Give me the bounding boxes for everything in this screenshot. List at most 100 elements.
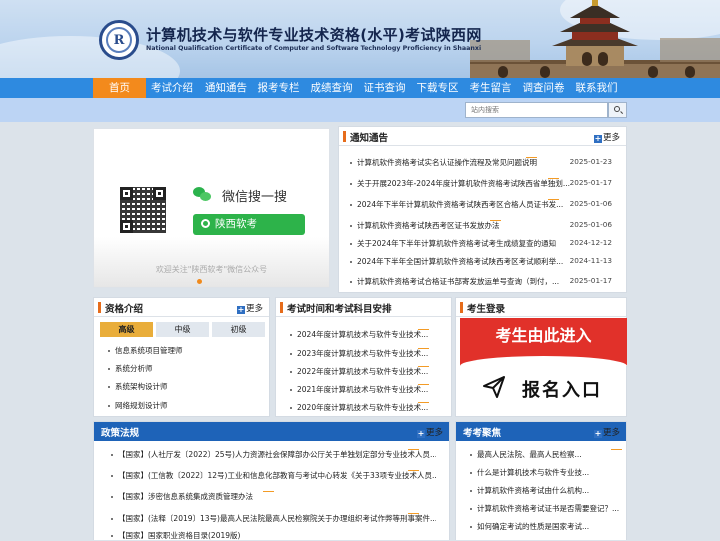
notice-title[interactable]: 2024年下半年全国计算机软件资格考试陕西考区考试顺利举...	[357, 256, 563, 267]
search-icon	[614, 106, 620, 112]
bullet	[290, 389, 292, 391]
registration-entry-button[interactable]: 报名入口	[460, 369, 627, 411]
schedule-item[interactable]: 2023年度计算机技术与软件专业技术...	[297, 348, 428, 359]
list-item[interactable]: 【国家】涉密信息系统集成资质管理办法 NEW	[111, 491, 436, 503]
list-item[interactable]: 2022年度计算机技术与软件专业技术...NEW	[290, 366, 448, 378]
wechat-icon	[193, 187, 211, 202]
nav-contact[interactable]: 联系我们	[570, 78, 623, 98]
notice-item[interactable]: 关于开展2023年-2024年度计算机软件资格考试陕西省单独划...NEW 202…	[350, 178, 612, 190]
carousel-indicator[interactable]	[197, 279, 202, 284]
qualification-name[interactable]: 系统分析师	[115, 363, 153, 374]
list-item[interactable]: 网络规划设计师	[108, 400, 258, 412]
tab-junior[interactable]: 初级	[212, 322, 265, 337]
carousel-next-icon[interactable]	[305, 203, 317, 215]
new-badge-icon: NEW	[408, 513, 419, 514]
notice-title[interactable]: 计算机软件资格考试合格证书部寄发放运单号查询（到付，...	[357, 276, 559, 287]
notice-item[interactable]: 2024年下半年全国计算机软件资格考试陕西考区考试顺利举... 2024-11-1…	[350, 256, 612, 268]
more-label: 更多	[602, 133, 620, 143]
focus-more-link[interactable]: + 更多	[593, 426, 620, 438]
list-item[interactable]: 最高人民法院、最高人民检察... NEW	[470, 449, 622, 461]
list-item[interactable]: 【国家】(人社厅发〔2022〕25号)人力资源社会保障部办公厅关于单独划定部分专…	[111, 449, 436, 461]
list-item[interactable]: 2021年度计算机技术与软件专业技术...NEW	[290, 384, 448, 396]
bullet	[470, 454, 472, 456]
nav-exam-intro[interactable]: 考试介绍	[146, 78, 198, 98]
tab-senior[interactable]: 高级	[100, 322, 153, 337]
new-badge-icon: NEW	[263, 491, 274, 492]
notice-title[interactable]: 关于2024年下半年计算机软件资格考试考生成绩复查的通知	[357, 238, 556, 249]
policy-item[interactable]: 【国家】(法释〔2019〕13号)最高人民法院最高人民检察院关于办理组织考试作弊…	[118, 513, 436, 524]
schedule-panel: 考试时间和考试科目安排 2024年度计算机技术与软件专业技术...NEW 202…	[275, 297, 452, 417]
nav-messages[interactable]: 考生留言	[464, 78, 517, 98]
focus-item[interactable]: 计算机软件资格考试由什么机构...	[477, 485, 589, 496]
list-item[interactable]: 2024年度计算机技术与软件专业技术...NEW	[290, 329, 448, 341]
focus-item[interactable]: 计算机软件资格考试证书是否需要登记？...	[477, 503, 619, 514]
candidate-entry-button[interactable]: 考生由此进入	[460, 318, 627, 366]
wechat-account-name: 陕西软考	[215, 218, 257, 230]
schedule-item[interactable]: 2022年度计算机技术与软件专业技术...	[297, 366, 428, 377]
list-item[interactable]: 计算机软件资格考试证书是否需要登记？...	[470, 503, 622, 515]
qualification-name[interactable]: 信息系统项目管理师	[115, 345, 183, 356]
bullet	[108, 350, 110, 352]
list-item[interactable]: 【国家】国家职业资格目录(2019版)	[111, 530, 436, 541]
bullet	[470, 526, 472, 528]
site-subtitle: National Qualification Certificate of Co…	[146, 45, 482, 52]
search-input[interactable]	[465, 102, 608, 118]
wechat-search-button[interactable]: 陕西软考	[193, 214, 305, 235]
list-item[interactable]: 信息系统项目管理师	[108, 345, 258, 357]
more-label: 更多	[602, 428, 620, 438]
policy-item[interactable]: 【国家】(工信教〔2022〕12号)工业和信息化部教育与考试中心转发《关于33项…	[118, 470, 436, 481]
policy-item[interactable]: 【国家】国家职业资格目录(2019版)	[118, 530, 240, 541]
new-badge-icon: NEW	[548, 178, 559, 179]
notice-title[interactable]: 计算机软件资格考试陕西考区证书发放办法	[357, 220, 500, 231]
bullet	[350, 183, 352, 185]
schedule-item[interactable]: 2024年度计算机技术与软件专业技术...	[297, 329, 428, 340]
list-item[interactable]: 什么是计算机技术与软件专业技...	[470, 467, 622, 479]
bullet	[350, 204, 352, 206]
carousel-prev-icon[interactable]	[106, 203, 118, 215]
schedule-item[interactable]: 2020年度计算机技术与软件专业技术...	[297, 402, 428, 413]
notice-item[interactable]: 关于2024年下半年计算机软件资格考试考生成绩复查的通知 2024-12-12	[350, 238, 612, 250]
policy-item[interactable]: 【国家】涉密信息系统集成资质管理办法	[118, 491, 253, 502]
list-item[interactable]: 系统架构设计师	[108, 381, 258, 393]
nav-certificate-query[interactable]: 证书查询	[358, 78, 411, 98]
notice-item[interactable]: 2024年下半年计算机软件资格考试陕西考区合格人员证书发...NEW 2025-0…	[350, 199, 612, 211]
list-item[interactable]: 系统分析师	[108, 363, 258, 375]
list-item[interactable]: 【国家】(法释〔2019〕13号)最高人民法院最高人民检察院关于办理组织考试作弊…	[111, 513, 436, 525]
focus-item[interactable]: 如何确定考试的性质是国家考试...	[477, 521, 589, 532]
notice-title[interactable]: 计算机软件资格考试实名认证操作流程及常见问题说明	[357, 157, 537, 168]
schedule-item[interactable]: 2021年度计算机技术与软件专业技术...	[297, 384, 428, 395]
notices-more-link[interactable]: + 更多	[593, 131, 620, 143]
banner-carousel[interactable]: 微信搜一搜 陕西软考 欢迎关注"陕西软考"微信公众号	[93, 128, 330, 288]
list-item[interactable]: 计算机软件资格考试由什么机构...	[470, 485, 622, 497]
notice-title[interactable]: 2024年下半年计算机软件资格考试陕西考区合格人员证书发...	[357, 199, 563, 210]
notice-item[interactable]: 计算机软件资格考试合格证书部寄发放运单号查询（到付，... 2025-01-17	[350, 276, 612, 288]
list-item[interactable]: 【国家】(工信教〔2022〕12号)工业和信息化部教育与考试中心转发《关于33项…	[111, 470, 436, 482]
bullet	[350, 162, 352, 164]
qualification-name[interactable]: 系统架构设计师	[115, 381, 168, 392]
wechat-search-label: 微信搜一搜	[222, 190, 288, 205]
list-item[interactable]: 2023年度计算机技术与软件专业技术...NEW	[290, 348, 448, 360]
nav-survey[interactable]: 调查问卷	[517, 78, 570, 98]
nav-score-query[interactable]: 成绩查询	[305, 78, 358, 98]
new-badge-icon: NEW	[408, 470, 419, 471]
bullet	[111, 518, 113, 520]
qualification-header: 资格介绍 + 更多	[94, 298, 269, 317]
list-item[interactable]: 2020年度计算机技术与软件专业技术...NEW	[290, 402, 448, 414]
notice-title[interactable]: 关于开展2023年-2024年度计算机软件资格考试陕西省单独划...	[357, 178, 570, 189]
policy-item[interactable]: 【国家】(人社厅发〔2022〕25号)人力资源社会保障部办公厅关于单独划定部分专…	[118, 449, 436, 460]
focus-item[interactable]: 什么是计算机技术与软件专业技...	[477, 467, 589, 478]
qualification-more-link[interactable]: + 更多	[236, 302, 263, 314]
notice-item[interactable]: 计算机软件资格考试陕西考区证书发放办法NEW 2025-01-06	[350, 220, 612, 232]
nav-registration[interactable]: 报考专栏	[252, 78, 305, 98]
qualification-name[interactable]: 网络规划设计师	[115, 400, 168, 411]
search-button[interactable]	[608, 102, 627, 118]
tab-intermediate[interactable]: 中级	[156, 322, 209, 337]
policy-more-link[interactable]: + 更多	[416, 426, 443, 438]
notice-item[interactable]: 计算机软件资格考试实名认证操作流程及常见问题说明NEW 2025-01-23	[350, 157, 612, 169]
nav-home[interactable]: 首页	[93, 78, 146, 98]
list-item[interactable]: 如何确定考试的性质是国家考试...	[470, 521, 622, 533]
qualification-title: 资格介绍	[105, 304, 144, 315]
focus-item[interactable]: 最高人民法院、最高人民检察...	[477, 449, 582, 460]
nav-notices[interactable]: 通知通告	[200, 78, 252, 98]
nav-downloads[interactable]: 下载专区	[411, 78, 464, 98]
